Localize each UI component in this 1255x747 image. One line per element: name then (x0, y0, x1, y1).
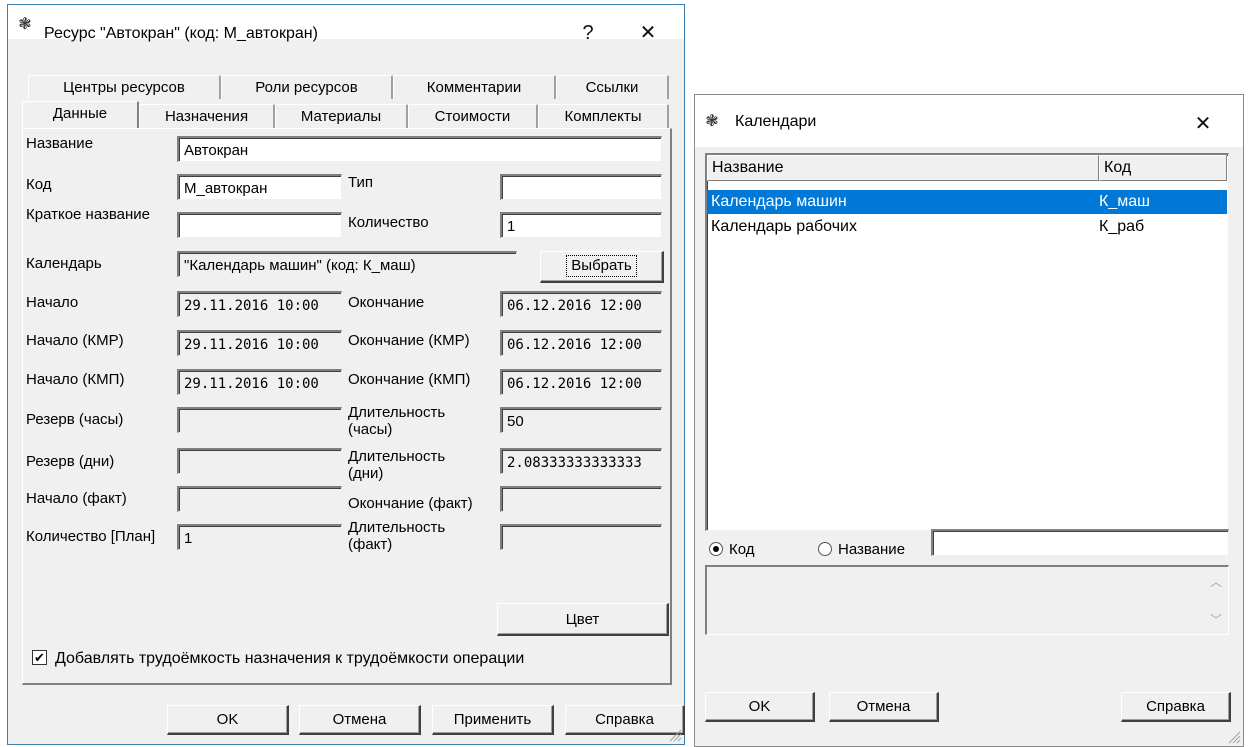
tab-links[interactable]: Ссылки (556, 75, 669, 99)
duration-days-field: 2.08333333333333 (500, 448, 662, 474)
name-field[interactable]: Автокран (177, 136, 662, 162)
code-field[interactable]: М_автокран (177, 174, 342, 200)
type-field[interactable] (500, 174, 662, 200)
label-duration-hours: Длительность (часы) (348, 404, 446, 438)
search-by-code-radio[interactable] (709, 542, 723, 556)
calendar-field: "Календарь машин" (код: К_маш) (177, 251, 517, 277)
tab-comments[interactable]: Комментарии (393, 75, 556, 99)
tab-resource-roles[interactable]: Роли ресурсов (221, 75, 393, 99)
close-button[interactable]: ✕ (626, 18, 670, 48)
choose-calendar-button-label: Выбрать (566, 255, 637, 277)
search-input[interactable] (931, 529, 1229, 556)
calendar-name: Календарь машин (711, 193, 847, 210)
label-end-fact: Окончание (факт) (348, 495, 473, 512)
scroll-down-icon[interactable]: ﹀ (1210, 611, 1222, 628)
duration-fact-field (500, 524, 662, 550)
tab-materials[interactable]: Материалы (275, 104, 408, 128)
list-item[interactable]: Календарь машин К_маш (707, 190, 1227, 214)
radio-selected-dot (713, 546, 719, 552)
column-header-name[interactable]: Название (707, 155, 1099, 181)
label-start-kmp: Начало (КМП) (26, 371, 125, 388)
size-grip-icon[interactable] (1227, 730, 1241, 744)
short-name-field[interactable] (177, 212, 342, 238)
size-grip-icon[interactable] (668, 728, 682, 742)
search-by-code-label[interactable]: Код (729, 541, 755, 558)
calendars-dialog-titlebar[interactable]: ❃ Календари ✕ (695, 95, 1243, 147)
start-field: 29.11.2016 10:00 (177, 291, 342, 317)
label-quantity-plan: Количество [План] (26, 528, 156, 545)
add-labor-checkbox[interactable]: ✔ (32, 650, 47, 665)
label-end: Окончание (348, 294, 425, 311)
calendars-dialog-title: Календари (735, 113, 817, 130)
calendars-close-button[interactable]: ✕ (1181, 109, 1225, 139)
calendars-dialog: ❃ Календари ✕ Название Код Календарь маш… (694, 94, 1244, 747)
reserve-hours-field (177, 407, 342, 433)
add-labor-checkbox-label[interactable]: Добавлять трудоёмкость назначения к труд… (55, 650, 524, 667)
column-header-code[interactable]: Код (1099, 155, 1227, 181)
tab-resource-centers[interactable]: Центры ресурсов (28, 75, 221, 99)
tab-costs[interactable]: Стоимости (408, 104, 538, 128)
tab-data[interactable]: Данные (22, 101, 139, 128)
calendar-description-memo: ︿ ﹀ (705, 565, 1229, 635)
color-button[interactable]: Цвет (497, 603, 669, 636)
quantity-field[interactable]: 1 (500, 212, 662, 238)
search-by-name-label[interactable]: Название (838, 541, 905, 558)
help-button[interactable]: ? (566, 18, 610, 48)
checkmark-icon: ✔ (34, 650, 45, 665)
scroll-up-icon[interactable]: ︿ (1210, 573, 1222, 590)
calendars-help-button[interactable]: Справка (1121, 692, 1231, 722)
apply-button[interactable]: Применить (432, 705, 554, 735)
cancel-button[interactable]: Отмена (299, 705, 421, 735)
label-duration-fact: Длительность (факт) (348, 519, 446, 553)
resource-dialog: ❃ Ресурс "Автокран" (код: М_автокран) ? … (7, 4, 685, 745)
end-fact-field (500, 486, 662, 512)
label-short-name: Краткое название (26, 206, 151, 223)
choose-calendar-button[interactable]: Выбрать (540, 251, 664, 283)
label-start: Начало (26, 294, 79, 311)
reserve-days-field (177, 448, 342, 474)
label-duration-days: Длительность (дни) (348, 448, 446, 482)
app-bug-icon: ❃ (18, 16, 32, 33)
start-kmp-field: 29.11.2016 10:00 (177, 369, 342, 395)
start-kmr-field: 29.11.2016 10:00 (177, 330, 342, 356)
end-field: 06.12.2016 12:00 (500, 291, 662, 317)
search-by-name-radio[interactable] (818, 542, 832, 556)
label-quantity: Количество (348, 214, 429, 231)
label-end-kmp: Окончание (КМП) (348, 371, 471, 388)
calendars-cancel-button[interactable]: Отмена (829, 692, 939, 722)
app-bug-icon: ❃ (705, 113, 719, 130)
calendar-code: К_раб (1099, 218, 1145, 235)
duration-hours-field: 50 (500, 407, 662, 433)
label-reserve-days: Резерв (дни) (26, 453, 115, 470)
label-start-fact: Начало (факт) (26, 490, 127, 507)
label-calendar: Календарь (26, 255, 102, 272)
help-dialog-button[interactable]: Справка (565, 705, 685, 735)
label-end-kmr: Окончание (КМР) (348, 332, 470, 349)
ok-button[interactable]: OK (167, 705, 289, 735)
calendars-list[interactable]: Название Код Календарь машин К_маш Кален… (705, 153, 1229, 531)
end-kmp-field: 06.12.2016 12:00 (500, 369, 662, 395)
calendar-code: К_маш (1099, 193, 1150, 210)
start-fact-field (177, 486, 342, 512)
calendars-ok-button[interactable]: OK (705, 692, 815, 722)
label-type: Тип (348, 174, 374, 191)
label-start-kmr: Начало (КМР) (26, 332, 124, 349)
label-name: Название (26, 135, 94, 152)
quantity-plan-field: 1 (177, 524, 342, 550)
calendar-name: Календарь рабочих (711, 218, 857, 235)
resource-dialog-title: Ресурс "Автокран" (код: М_автокран) (44, 25, 318, 42)
end-kmr-field: 06.12.2016 12:00 (500, 330, 662, 356)
tab-assignments[interactable]: Назначения (139, 104, 275, 128)
label-reserve-hours: Резерв (часы) (26, 411, 124, 428)
list-item[interactable]: Календарь рабочих К_раб (707, 215, 1227, 239)
resource-dialog-titlebar[interactable]: ❃ Ресурс "Автокран" (код: М_автокран) ? … (8, 5, 684, 44)
tab-kits[interactable]: Комплекты (538, 104, 669, 128)
label-code: Код (26, 176, 52, 193)
